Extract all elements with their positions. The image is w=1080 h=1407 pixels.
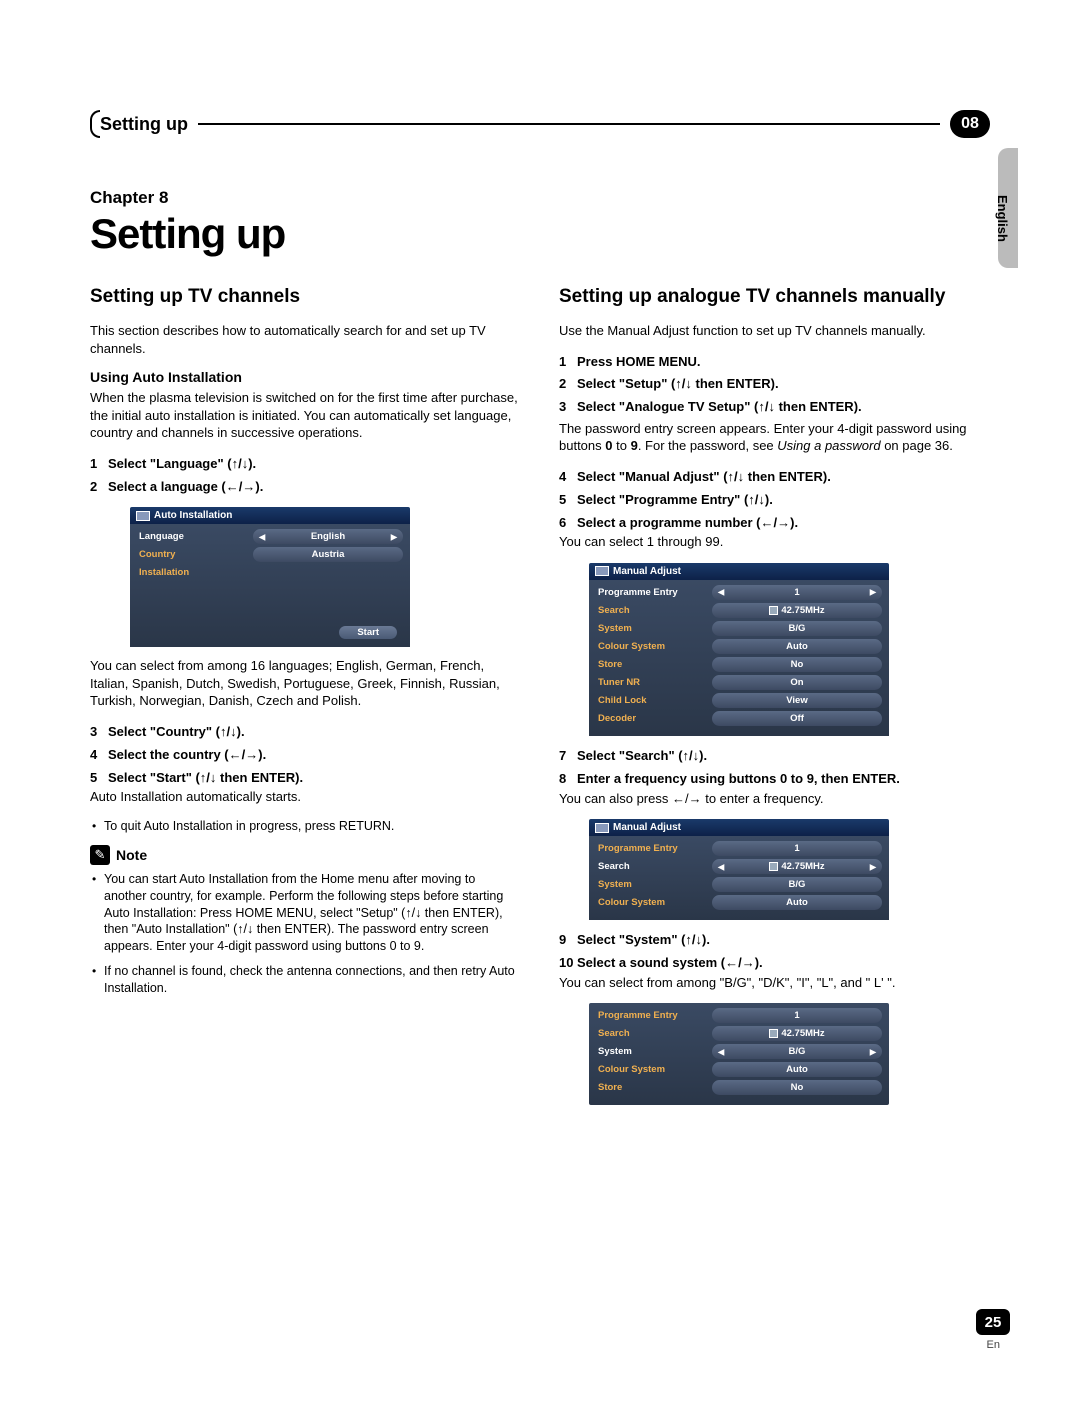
step: 2Select "Setup" (↑/↓ then ENTER). xyxy=(559,374,990,395)
right-column: Setting up analogue TV channels manually… xyxy=(559,286,990,1115)
section-heading-tv-channels: Setting up TV channels xyxy=(90,286,521,308)
step: 1Press HOME MENU. xyxy=(559,352,990,373)
auto-install-body: When the plasma television is switched o… xyxy=(90,389,521,442)
step: 3Select "Analogue TV Setup" (↑/↓ then EN… xyxy=(559,397,990,418)
note-heading: ✎ Note xyxy=(90,845,521,865)
list-icon xyxy=(769,862,778,871)
chapter-label: Chapter 8 xyxy=(90,188,990,208)
subsection-auto-install: Using Auto Installation xyxy=(90,369,521,385)
step: 3Select "Country" (↑/↓). xyxy=(90,722,521,743)
osd-start-button: Start xyxy=(339,626,397,639)
step: 4Select the country (←/→). xyxy=(90,745,521,766)
intro-text: This section describes how to automatica… xyxy=(90,322,521,357)
header-rule xyxy=(198,123,940,125)
osd-manual-adjust-search: Manual Adjust Programme Entry1 Search◀42… xyxy=(589,819,889,920)
step: 5Select "Programme Entry" (↑/↓). xyxy=(559,490,990,511)
osd-auto-installation: Auto Installation Language◀English▶ Coun… xyxy=(130,507,410,647)
tv-icon xyxy=(595,823,609,833)
manual-intro: Use the Manual Adjust function to set up… xyxy=(559,322,990,340)
list-icon xyxy=(769,606,778,615)
osd-manual-adjust-system: Programme Entry1 Search42.75MHz System◀B… xyxy=(589,1003,889,1105)
step: 1Select "Language" (↑/↓). xyxy=(90,454,521,475)
osd-manual-adjust-full: Manual Adjust Programme Entry◀1▶ Search4… xyxy=(589,563,889,736)
password-text: The password entry screen appears. Enter… xyxy=(559,420,990,455)
freq-alt: You can also press ←/→ to enter a freque… xyxy=(559,790,990,808)
step: 8Enter a frequency using buttons 0 to 9,… xyxy=(559,769,990,790)
note-item: You can start Auto Installation from the… xyxy=(90,871,521,955)
lang-list-text: You can select from among 16 languages; … xyxy=(90,657,521,710)
left-column: Setting up TV channels This section desc… xyxy=(90,286,521,1115)
header-bar: Setting up 08 xyxy=(90,110,990,138)
list-icon xyxy=(769,1029,778,1038)
chapter-number-badge: 08 xyxy=(950,110,990,138)
page-lang-label: En xyxy=(987,1339,1000,1351)
pencil-icon: ✎ xyxy=(90,845,110,865)
chapter-title: Setting up xyxy=(90,210,990,258)
header-title: Setting up xyxy=(100,114,198,135)
step: 6Select a programme number (←/→). xyxy=(559,513,990,534)
step: 2Select a language (←/→). xyxy=(90,477,521,498)
bullet-return: To quit Auto Installation in progress, p… xyxy=(90,818,521,835)
auto-start-text: Auto Installation automatically starts. xyxy=(90,788,521,806)
tv-icon xyxy=(595,566,609,576)
tv-icon xyxy=(136,511,150,521)
step: 10Select a sound system (←/→). xyxy=(559,953,990,974)
prog-range: You can select 1 through 99. xyxy=(559,533,990,551)
step: 5Select "Start" (↑/↓ then ENTER). xyxy=(90,768,521,789)
section-heading-manual: Setting up analogue TV channels manually xyxy=(559,286,990,308)
side-language-label: English xyxy=(995,195,1010,242)
page-number-badge: 25 xyxy=(976,1309,1010,1335)
sound-system-list: You can select from among "B/G", "D/K", … xyxy=(559,974,990,992)
header-arc xyxy=(90,110,100,138)
step: 9Select "System" (↑/↓). xyxy=(559,930,990,951)
step: 4Select "Manual Adjust" (↑/↓ then ENTER)… xyxy=(559,467,990,488)
step: 7Select "Search" (↑/↓). xyxy=(559,746,990,767)
note-item: If no channel is found, check the antenn… xyxy=(90,963,521,997)
